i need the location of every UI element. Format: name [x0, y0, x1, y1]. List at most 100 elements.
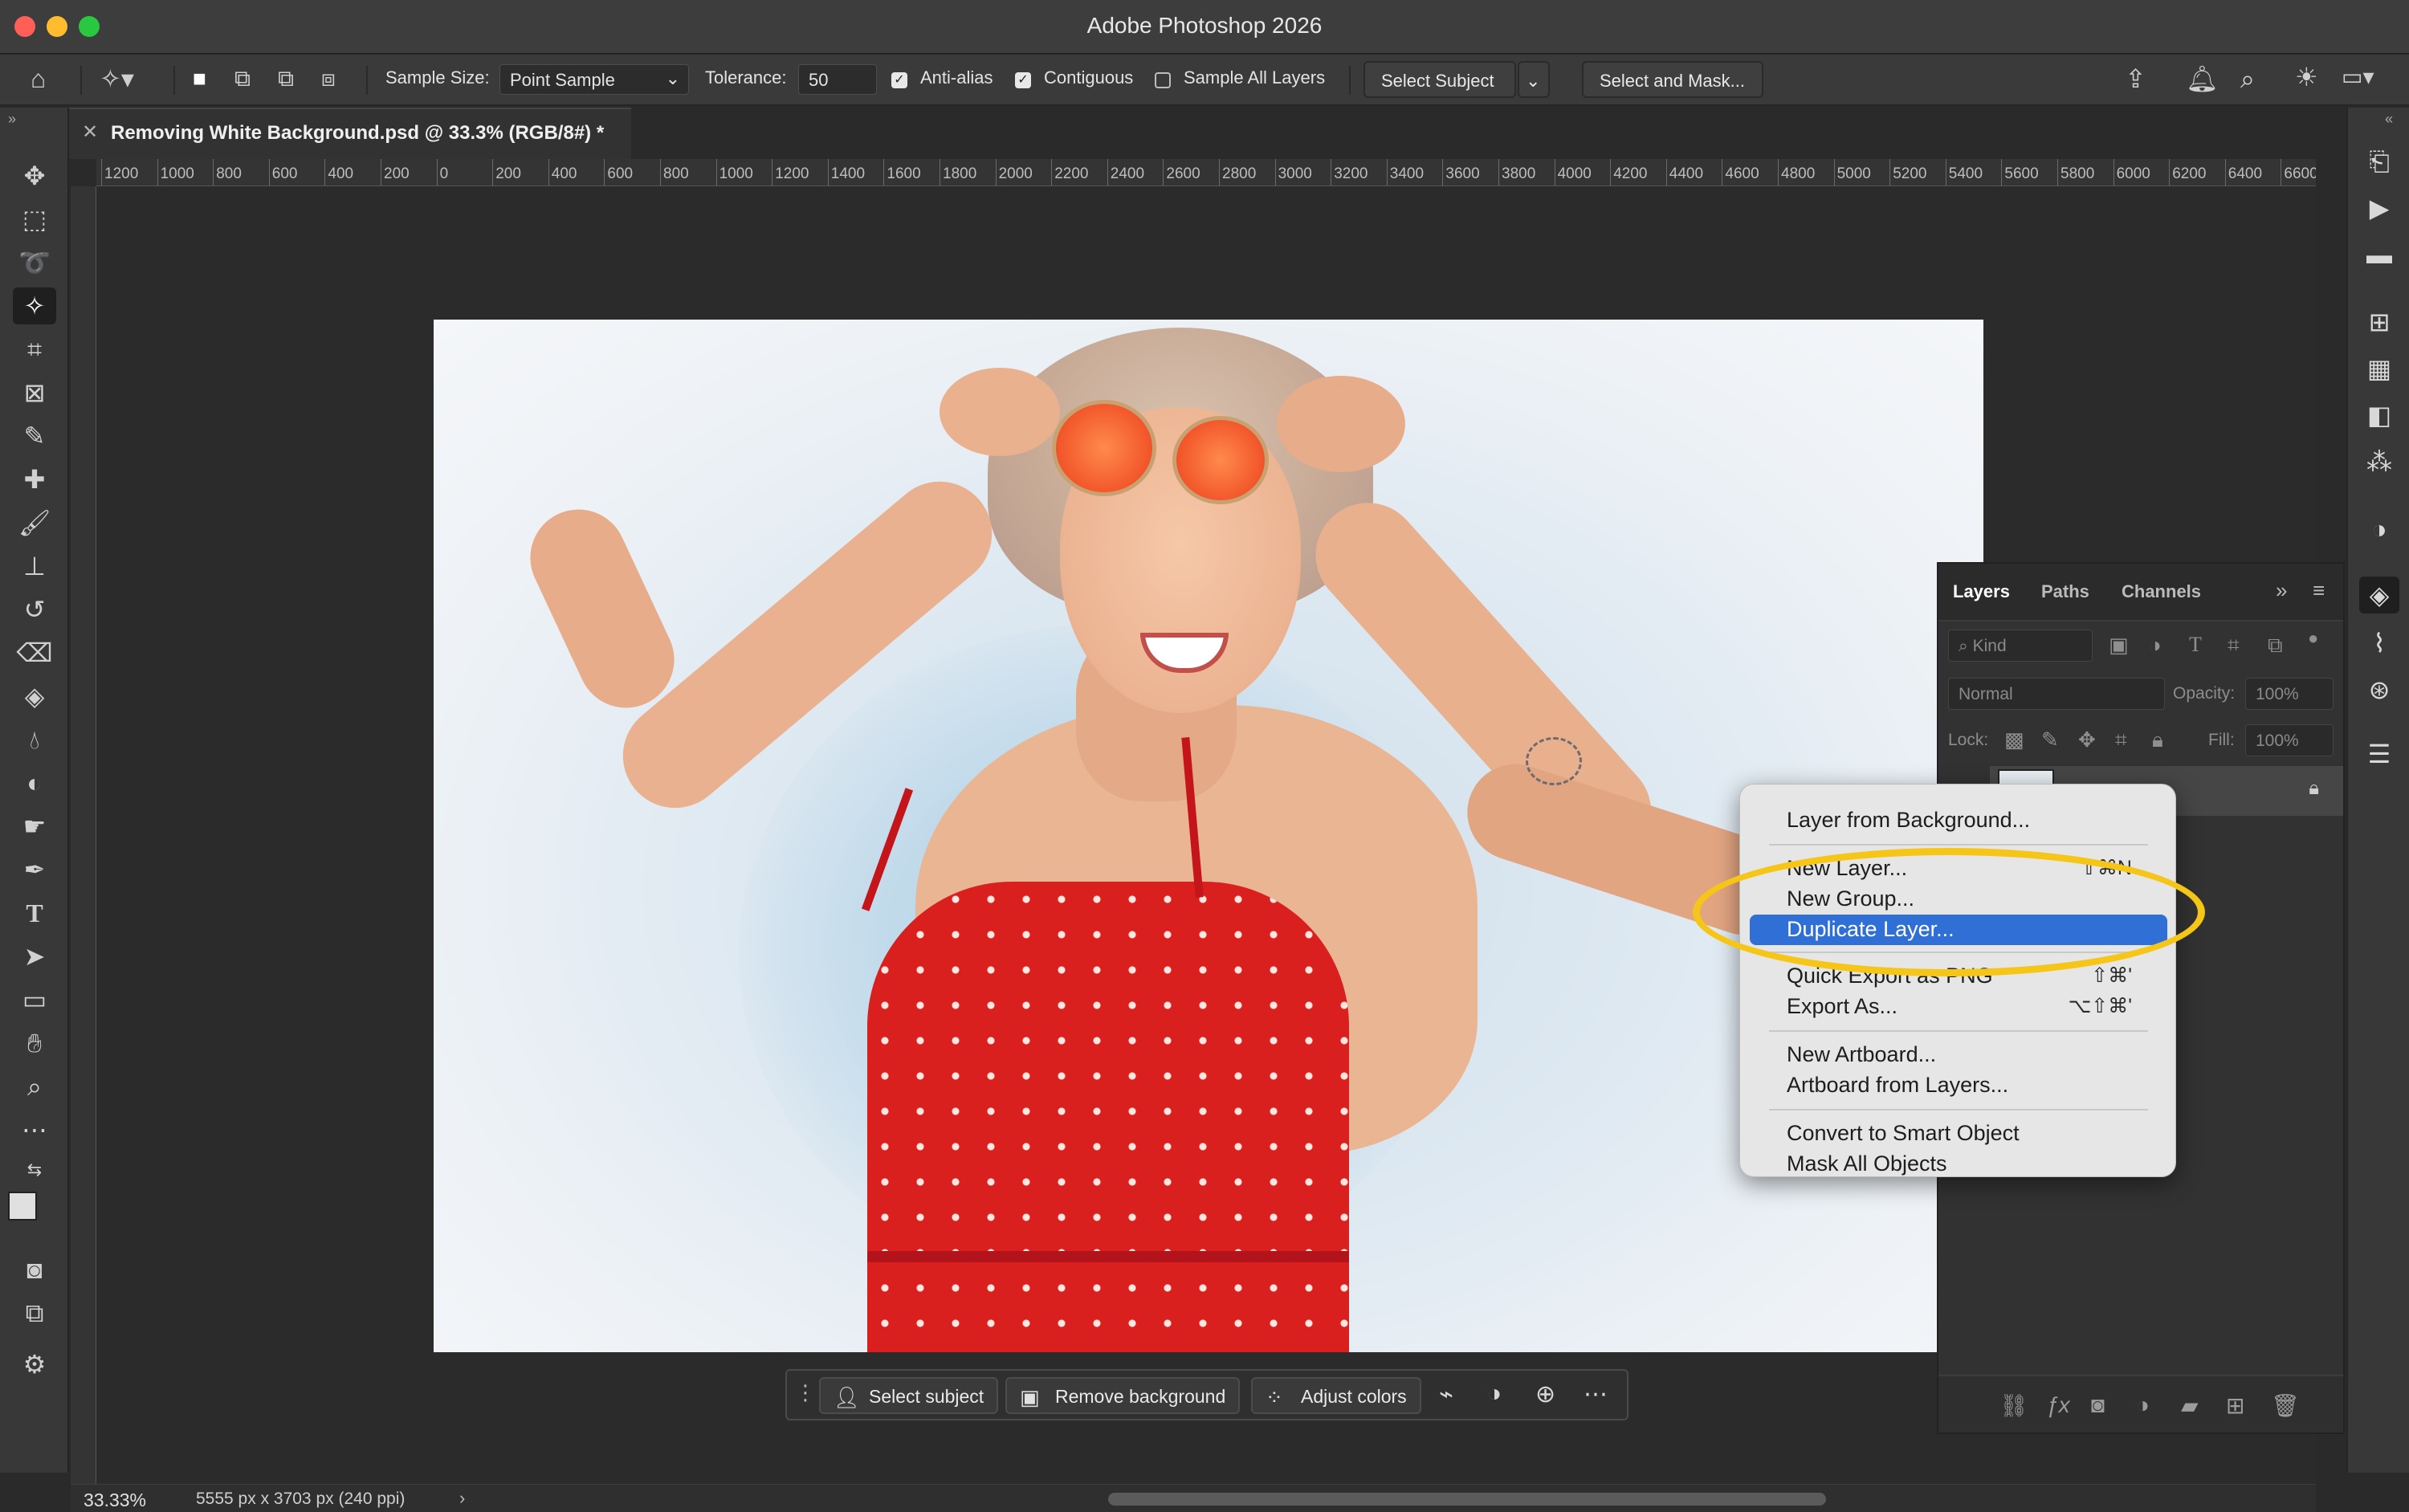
lock-artboard-icon[interactable]: ⌗ — [2115, 727, 2127, 753]
link-layers-icon[interactable]: ⛓︎ — [1999, 1392, 2028, 1419]
properties-icon[interactable]: ⊞ — [2359, 304, 2399, 340]
more-options-icon[interactable]: ⋯ — [1584, 1380, 1608, 1408]
share-icon[interactable]: ⇪ — [2125, 66, 2146, 92]
marquee-tool-icon[interactable]: ⬚ — [13, 201, 56, 238]
chevron-right-icon[interactable]: › — [459, 1488, 465, 1509]
lock-position-icon[interactable]: ✥ — [2078, 727, 2096, 752]
channels-icon[interactable]: ⊛ — [2359, 671, 2399, 708]
pen-tool-icon[interactable]: ✒ — [13, 851, 56, 888]
filter-smart-object-icon[interactable]: ⧉ — [2268, 633, 2283, 658]
layers-icon[interactable]: ◈ — [2359, 577, 2399, 613]
swatches-icon[interactable]: ▦ — [2359, 350, 2399, 387]
select-subject-task-button[interactable]: 👤︎ Select subject — [819, 1377, 999, 1414]
expand-panel-icon[interactable]: » — [2276, 578, 2287, 603]
adjustment-layer-icon[interactable]: ◑ — [1487, 1380, 1502, 1408]
eyedropper-tool-icon[interactable]: ✎ — [13, 418, 56, 454]
frame-tool-icon[interactable]: ⊠ — [13, 374, 56, 411]
comments-icon[interactable]: ▬ — [2359, 236, 2399, 273]
document-tab[interactable]: ✕ Removing White Background.psd @ 33.3% … — [69, 108, 631, 159]
healing-brush-tool-icon[interactable]: ✚ — [13, 461, 56, 498]
subtract-from-selection-icon[interactable]: ⧉ — [278, 67, 294, 90]
filter-kind-select[interactable]: ⌕ Kind — [1948, 630, 2093, 662]
lock-transparent-icon[interactable]: ▩ — [2004, 727, 2024, 752]
adjust-sliders-icon[interactable]: ☰ — [2359, 736, 2399, 772]
hand-tool-icon[interactable]: ✋︎ — [13, 1025, 56, 1062]
filter-adjustment-icon[interactable]: ◑ — [2149, 633, 2162, 658]
remove-background-button[interactable]: ▣ Remove background — [1005, 1377, 1241, 1414]
blur-tool-icon[interactable]: 💧︎ — [13, 721, 56, 758]
intersect-selection-icon[interactable]: ⧈ — [321, 67, 336, 90]
adjust-colors-button[interactable]: ⁘ Adjust colors — [1251, 1377, 1421, 1414]
discover-lightbulb-icon[interactable]: ☀︎ — [2295, 64, 2318, 90]
history-icon[interactable]: ⎗ — [2359, 143, 2399, 180]
new-selection-icon[interactable]: ■ — [193, 67, 206, 90]
more-tools-icon[interactable]: ⋯ — [13, 1111, 56, 1148]
lock-image-icon[interactable]: ✎ — [2041, 727, 2059, 752]
paint-bucket-tool-icon[interactable]: ◈ — [13, 678, 56, 715]
collapse-panels-icon[interactable]: « — [2385, 111, 2393, 128]
contiguous-checkbox[interactable]: ✓ — [1015, 72, 1031, 88]
edit-toolbar-icon[interactable]: ⚙ — [13, 1346, 56, 1383]
select-and-mask-button[interactable]: Select and Mask... — [1582, 61, 1763, 98]
fill-input[interactable]: 100% — [2245, 724, 2334, 756]
lasso-tool-icon[interactable]: ➰ — [13, 244, 56, 281]
menu-item-artboard-from-layers[interactable]: Artboard from Layers... — [1750, 1070, 2167, 1101]
blend-mode-select[interactable]: Normal — [1948, 678, 2165, 710]
type-tool-icon[interactable]: T — [13, 895, 56, 931]
menu-item-layer-from-background[interactable]: Layer from Background... — [1750, 805, 2167, 836]
drag-handle-icon[interactable]: ⋮ — [795, 1380, 816, 1405]
select-subject-dropdown[interactable]: ⌄ — [1518, 61, 1550, 98]
sample-all-layers-checkbox[interactable] — [1155, 72, 1171, 88]
paths-icon[interactable]: ⌇ — [2359, 625, 2399, 662]
quick-mask-icon[interactable]: ◙ — [13, 1251, 56, 1288]
screen-mode-icon[interactable]: ⧉ — [13, 1294, 56, 1331]
layer-style-fx-icon[interactable]: ƒx — [2046, 1392, 2070, 1418]
workspace-icon[interactable]: ▭▾ — [2342, 66, 2374, 88]
generative-fill-icon[interactable]: ⊕ — [1535, 1380, 1555, 1408]
zoom-tool-icon[interactable]: ⌕ — [13, 1068, 56, 1105]
opacity-input[interactable]: 100% — [2245, 678, 2334, 710]
transform-icon[interactable]: ⌁ — [1439, 1380, 1453, 1408]
menu-item-new-artboard[interactable]: New Artboard... — [1750, 1040, 2167, 1070]
tab-paths[interactable]: Paths — [2041, 581, 2089, 602]
crop-tool-icon[interactable]: ⌗ — [13, 331, 56, 368]
new-group-folder-icon[interactable]: ▰ — [2181, 1392, 2199, 1419]
menu-item-export-as[interactable]: Export As... ⌥⇧⌘' — [1750, 992, 2167, 1022]
sample-size-select[interactable]: Point Sample ⌄ — [499, 64, 689, 95]
magic-wand-tool-icon[interactable]: ✧ — [13, 287, 56, 324]
eraser-tool-icon[interactable]: ⌫ — [13, 634, 56, 671]
history-brush-tool-icon[interactable]: ↺ — [13, 591, 56, 628]
new-layer-icon[interactable]: ⊞ — [2226, 1392, 2244, 1419]
lock-all-icon[interactable]: 🔒︎ — [2152, 727, 2163, 753]
brush-tool-icon[interactable]: 🖌︎ — [13, 504, 56, 541]
filter-pixel-icon[interactable]: ▣ — [2109, 633, 2129, 658]
panel-menu-icon[interactable]: ≡ — [2313, 578, 2325, 603]
horizontal-scrollbar[interactable] — [1108, 1493, 1826, 1506]
rectangle-tool-icon[interactable]: ▭ — [13, 981, 56, 1018]
magic-wand-preset-icon[interactable]: ✧▾ — [100, 66, 134, 92]
filter-type-icon[interactable]: T — [2189, 633, 2202, 657]
collapse-toolbar-icon[interactable]: » — [8, 111, 16, 128]
clone-stamp-tool-icon[interactable]: ⊥ — [13, 548, 56, 585]
add-to-selection-icon[interactable]: ⧉ — [234, 67, 251, 90]
tab-channels[interactable]: Channels — [2122, 581, 2201, 602]
dodge-tool-icon[interactable]: ◐ — [13, 764, 56, 801]
menu-item-convert-to-smart-object[interactable]: Convert to Smart Object — [1750, 1119, 2167, 1149]
select-subject-button[interactable]: Select Subject — [1363, 61, 1516, 98]
actions-play-icon[interactable]: ▶ — [2359, 190, 2399, 226]
swap-colors-icon[interactable]: ⇆ — [13, 1151, 56, 1188]
move-tool-icon[interactable]: ✥ — [13, 157, 56, 194]
tolerance-input[interactable]: 50 — [798, 64, 877, 95]
notifications-bell-icon[interactable]: 🔔︎ — [2186, 66, 2219, 92]
smudge-tool-icon[interactable]: ☛ — [13, 808, 56, 845]
home-icon[interactable]: ⌂ — [31, 66, 46, 92]
filter-shape-icon[interactable]: ⌗ — [2228, 633, 2240, 658]
search-icon[interactable]: ⌕ — [2240, 66, 2255, 92]
tab-layers[interactable]: Layers — [1953, 581, 2010, 602]
close-icon[interactable]: ✕ — [82, 120, 98, 144]
add-mask-icon[interactable]: ◙ — [2091, 1392, 2105, 1418]
filter-toggle-icon[interactable]: ● — [2308, 628, 2318, 649]
new-adjustment-layer-icon[interactable]: ◑ — [2136, 1392, 2150, 1418]
foreground-color-swatch[interactable] — [8, 1192, 37, 1221]
patterns-icon[interactable]: ⁂ — [2359, 443, 2399, 480]
